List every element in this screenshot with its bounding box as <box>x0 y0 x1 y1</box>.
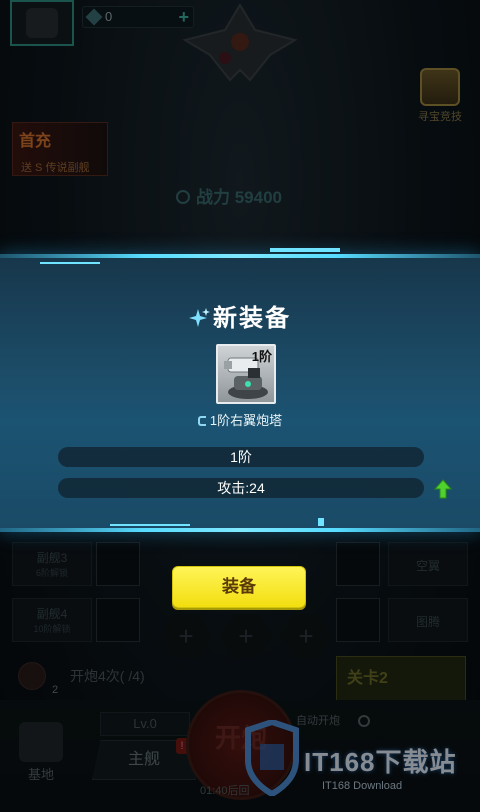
new-equipment-dialog: 新装备 1阶 1阶右翼炮塔 1阶 攻击:24 <box>0 248 480 532</box>
panel-accent <box>40 262 100 264</box>
game-screen: 0 + 寻宝竞技 首充 送 S 传说副舰 战力 59400 副舰3 6阶解锁 副… <box>0 0 480 812</box>
equipment-name-text: 1阶右翼炮塔 <box>209 413 283 428</box>
upgrade-arrow-icon <box>434 479 452 499</box>
panel-accent <box>110 524 190 526</box>
panel-accent <box>318 518 324 526</box>
stat-tier: 1阶 <box>58 447 424 467</box>
panel-top-edge <box>0 254 480 258</box>
quality-bracket-icon <box>197 416 206 426</box>
panel-bottom-edge <box>0 528 480 532</box>
dialog-title-text: 新装备 <box>213 305 291 332</box>
panel-accent <box>270 248 340 252</box>
stat-attack: 攻击:24 <box>58 478 424 498</box>
dialog-title: 新装备 <box>0 298 480 333</box>
sparkle-icon <box>189 308 210 327</box>
equip-button[interactable]: 装备 <box>172 566 306 608</box>
equipment-name: 1阶右翼炮塔 <box>0 410 480 429</box>
equipment-tier-badge: 1阶 <box>251 349 272 364</box>
equipment-icon[interactable]: 1阶 <box>216 344 276 404</box>
